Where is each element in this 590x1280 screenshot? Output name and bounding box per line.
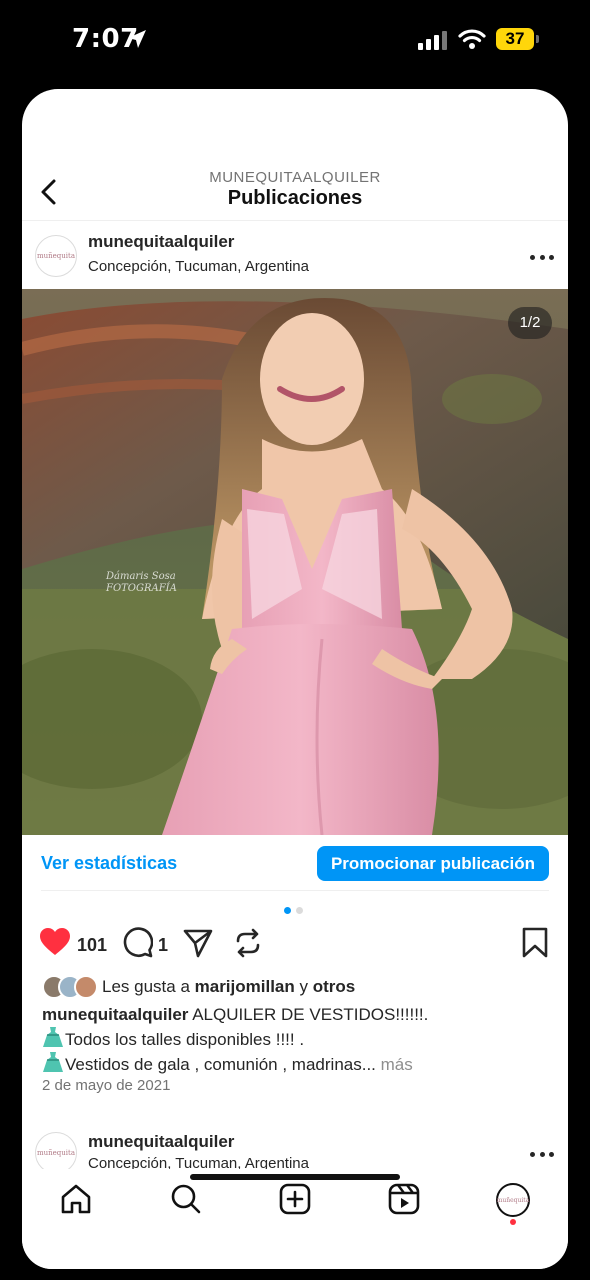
avatar-logo-text: muñequita bbox=[36, 252, 75, 260]
dress-emoji-icon bbox=[43, 1052, 63, 1072]
battery-tip bbox=[536, 35, 539, 43]
nav-header: MUNEQUITAALQUILER Publicaciones bbox=[22, 89, 568, 221]
more-options-icon[interactable] bbox=[530, 1149, 554, 1159]
liker-avatar bbox=[74, 975, 98, 999]
create-icon[interactable] bbox=[279, 1183, 311, 1215]
comments-count[interactable]: 1 bbox=[158, 935, 168, 956]
notification-dot bbox=[510, 1219, 516, 1225]
cellular-signal-icon bbox=[418, 31, 447, 50]
heart-icon[interactable] bbox=[39, 927, 71, 957]
remix-icon[interactable] bbox=[232, 927, 264, 959]
avatar-logo-text: muñequita bbox=[36, 1149, 75, 1157]
post-caption: munequitaalquiler ALQUILER DE VESTIDOS!!… bbox=[42, 1003, 552, 1076]
view-insights-link[interactable]: Ver estadísticas bbox=[41, 853, 177, 874]
liked-by-user[interactable]: marijomillan bbox=[195, 977, 295, 996]
reels-icon[interactable] bbox=[388, 1183, 420, 1215]
avatar[interactable]: muñequita bbox=[35, 235, 77, 277]
wifi-icon bbox=[458, 29, 486, 49]
caption-username[interactable]: munequitaalquiler bbox=[42, 1005, 188, 1024]
battery-indicator: 37 bbox=[496, 28, 534, 50]
post-date: 2 de mayo de 2021 bbox=[42, 1077, 171, 1094]
carousel-dot-active bbox=[284, 907, 291, 914]
account-name: MUNEQUITAALQUILER bbox=[209, 169, 381, 186]
caption-line-2: Todos los talles disponibles !!!! . bbox=[65, 1030, 305, 1049]
status-bar: 7:07 37 bbox=[0, 0, 590, 82]
caption-line-3: Vestidos de gala , comunión , madrinas..… bbox=[65, 1055, 376, 1074]
more-options-icon[interactable] bbox=[530, 252, 554, 262]
bottom-tab-bar: muñequita bbox=[22, 1169, 568, 1269]
insights-bar: Ver estadísticas Promocionar publicación bbox=[22, 835, 568, 891]
carousel-dots bbox=[284, 907, 303, 914]
photo-counter: 1/2 bbox=[508, 307, 552, 339]
home-icon[interactable] bbox=[60, 1183, 92, 1215]
post-actions-row: 101 1 bbox=[22, 927, 568, 963]
photo-image bbox=[22, 289, 568, 835]
photo-watermark: Dámaris Sosa FOTOGRAFÍA bbox=[106, 571, 177, 594]
divider bbox=[41, 890, 549, 891]
location-arrow-icon bbox=[128, 30, 146, 48]
liked-by-others[interactable]: otros bbox=[313, 977, 356, 996]
liked-by-text: Les gusta a marijomillan y otros bbox=[102, 977, 356, 996]
promote-post-button[interactable]: Promocionar publicación bbox=[316, 846, 549, 881]
avatar[interactable]: muñequita bbox=[35, 1132, 77, 1174]
post-photo[interactable]: Dámaris Sosa FOTOGRAFÍA 1/2 bbox=[22, 289, 568, 835]
posts-sheet: MUNEQUITAALQUILER Publicaciones muñequit… bbox=[22, 89, 568, 1269]
carousel-dot bbox=[296, 907, 303, 914]
post-username[interactable]: munequitaalquiler bbox=[88, 232, 234, 252]
likes-count[interactable]: 101 bbox=[77, 935, 107, 956]
more-link[interactable]: más bbox=[381, 1055, 413, 1074]
comment-icon[interactable] bbox=[121, 927, 153, 959]
dress-emoji-icon bbox=[43, 1027, 63, 1047]
page-title: Publicaciones bbox=[227, 187, 363, 209]
search-icon[interactable] bbox=[170, 1183, 202, 1215]
profile-icon[interactable]: muñequita bbox=[496, 1183, 530, 1217]
caption-text: ALQUILER DE VESTIDOS!!!!!!. bbox=[188, 1005, 429, 1024]
post-header: muñequita munequitaalquiler Concepción, … bbox=[22, 222, 568, 290]
share-icon[interactable] bbox=[182, 927, 214, 959]
post-location[interactable]: Concepción, Tucuman, Argentina bbox=[88, 258, 309, 275]
bookmark-icon[interactable] bbox=[522, 927, 548, 959]
home-indicator[interactable] bbox=[190, 1174, 400, 1180]
post-username[interactable]: munequitaalquiler bbox=[88, 1132, 234, 1152]
liked-by-line[interactable]: Les gusta a marijomillan y otros bbox=[42, 975, 552, 1001]
